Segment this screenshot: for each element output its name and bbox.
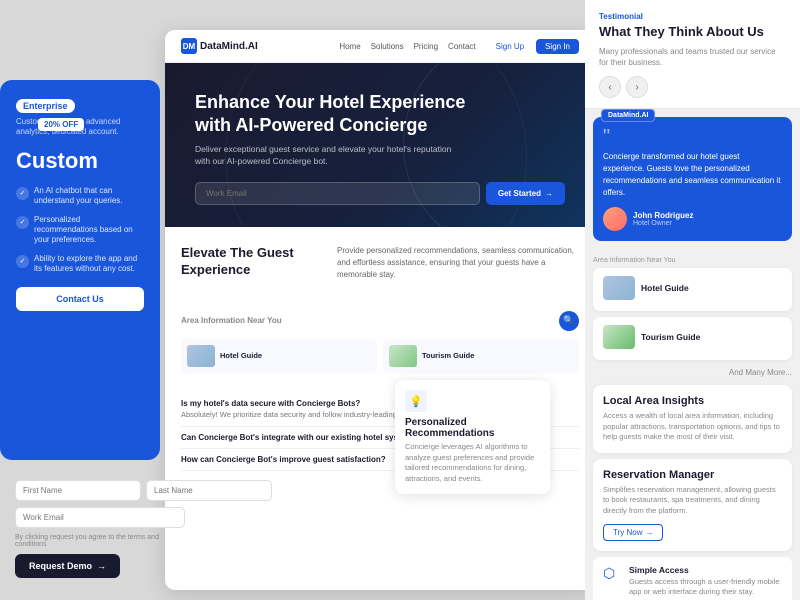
demo-form: By clicking request you agree to the ter… xyxy=(0,470,200,588)
tourism-guide-header: Tourism Guide xyxy=(603,325,782,349)
testimonial-navigation: ‹ › xyxy=(599,76,786,98)
request-demo-button[interactable]: Request Demo xyxy=(15,554,120,578)
personalized-title: Personalized Recommendations xyxy=(405,417,540,439)
nav-solutions[interactable]: Solutions xyxy=(371,42,404,51)
testimonial-quote: Concierge transformed our hotel guest ex… xyxy=(603,151,782,199)
right-features: Area Information Near You Hotel Guide To… xyxy=(585,249,800,600)
area-info-header: Area Information Near You 🔍 xyxy=(165,311,595,331)
local-area-card: Local Area Insights Access a wealth of l… xyxy=(593,385,792,453)
terms-text: By clicking request you agree to the ter… xyxy=(15,534,185,548)
nav-links: Home Solutions Pricing Contact xyxy=(339,42,475,51)
hotel-guide-card[interactable]: Hotel Guide xyxy=(181,339,377,373)
testimonial-author: John Rodriguez Hotel Owner xyxy=(603,207,782,231)
first-name-input[interactable] xyxy=(15,480,141,501)
author-role: Hotel Owner xyxy=(633,220,693,227)
elevate-title: Elevate The Guest Experience xyxy=(181,245,321,279)
email-input[interactable] xyxy=(15,507,185,528)
discount-badge: 20% OFF xyxy=(38,118,84,131)
hero-subtitle: Deliver exceptional guest service and el… xyxy=(195,144,455,168)
hero-form: Get Started xyxy=(195,182,565,205)
check-icon-2 xyxy=(16,216,29,229)
hotel-guide-header: Hotel Guide xyxy=(603,276,782,300)
tourism-guide-thumb xyxy=(389,345,417,367)
testimonial-main-title: What They Think About Us xyxy=(599,24,786,41)
try-now-button[interactable]: Try Now xyxy=(603,524,663,541)
tourism-guide-thumbnail xyxy=(603,325,635,349)
contact-us-button[interactable]: Contact Us xyxy=(16,287,144,311)
main-website-panel: DM DataMind.AI Home Solutions Pricing Co… xyxy=(165,30,595,590)
brand-logo: DM DataMind.AI xyxy=(181,38,258,54)
hero-email-input[interactable] xyxy=(195,182,480,205)
testimonial-tag: Testimonial xyxy=(599,12,786,21)
name-row xyxy=(15,480,185,501)
site-nav: DM DataMind.AI Home Solutions Pricing Co… xyxy=(165,30,595,63)
tourism-guide-feature[interactable]: Tourism Guide xyxy=(593,317,792,360)
hotel-guide-thumb xyxy=(187,345,215,367)
and-more-label: And Many More... xyxy=(593,366,792,385)
nav-signup-link[interactable]: Sign Up xyxy=(496,42,524,51)
nav-home[interactable]: Home xyxy=(339,42,360,51)
tourism-guide-card[interactable]: Tourism Guide xyxy=(383,339,579,373)
simple-access-card: ⬡ Simple Access Guests access through a … xyxy=(593,557,792,600)
testimonial-next-button[interactable]: › xyxy=(626,76,648,98)
feature-text-1: An AI chatbot that can understand your q… xyxy=(34,186,144,207)
personalized-icon: 💡 xyxy=(405,390,427,412)
author-avatar xyxy=(603,207,627,231)
testimonial-prev-button[interactable]: ‹ xyxy=(599,76,621,98)
logo-icon: DM xyxy=(181,38,197,54)
nav-contact[interactable]: Contact xyxy=(448,42,476,51)
area-search-button[interactable]: 🔍 xyxy=(559,311,579,331)
brand-name: DataMind.AI xyxy=(200,41,258,52)
right-section-label: Area Information Near You xyxy=(593,257,792,268)
reservation-title: Reservation Manager xyxy=(603,469,782,481)
check-icon-3 xyxy=(16,255,29,268)
hotel-guide-label: Hotel Guide xyxy=(220,351,262,360)
enterprise-badge: Enterprise xyxy=(16,99,75,113)
hero-title: Enhance Your Hotel Experience with AI-Po… xyxy=(195,91,475,136)
nav-signin-button[interactable]: Sign In xyxy=(536,39,579,54)
custom-title: Custom xyxy=(16,148,144,174)
local-area-title: Local Area Insights xyxy=(603,395,782,407)
last-name-input[interactable] xyxy=(146,480,272,501)
personalized-text: Concierge leverages AI algorithms to ana… xyxy=(405,442,540,484)
hero-section: Enhance Your Hotel Experience with AI-Po… xyxy=(165,63,595,227)
right-panel: Testimonial What They Think About Us Man… xyxy=(585,0,800,600)
hero-cta-button[interactable]: Get Started xyxy=(486,182,565,205)
testimonial-blue-card: DataMind.AI " Concierge transformed our … xyxy=(593,117,792,241)
testimonial-section: Testimonial What They Think About Us Man… xyxy=(585,0,800,109)
elevate-left: Elevate The Guest Experience xyxy=(181,245,321,293)
nav-pricing[interactable]: Pricing xyxy=(414,42,438,51)
quote-mark: " xyxy=(603,127,782,147)
hotel-guide-title: Hotel Guide xyxy=(641,283,689,293)
feature-item-1: An AI chatbot that can understand your q… xyxy=(16,186,144,207)
enterprise-plan-card: Enterprise Custom AI chatbot, advanced a… xyxy=(0,80,160,460)
simple-access-content: Simple Access Guests access through a us… xyxy=(629,565,782,597)
feature-item-3: Ability to explore the app and its featu… xyxy=(16,254,144,275)
local-area-text: Access a wealth of local area informatio… xyxy=(603,411,782,443)
feature-text-2: Personalized recommendations based on yo… xyxy=(34,215,144,246)
personalized-card: 💡 Personalized Recommendations Concierge… xyxy=(395,380,550,494)
hotel-guide-feature[interactable]: Hotel Guide xyxy=(593,268,792,311)
author-name: John Rodriguez xyxy=(633,211,693,220)
area-info-cards: Hotel Guide Tourism Guide xyxy=(165,339,595,383)
tourism-guide-title: Tourism Guide xyxy=(641,332,700,342)
feature-text-3: Ability to explore the app and its featu… xyxy=(34,254,144,275)
datamind-badge: DataMind.AI xyxy=(601,109,655,122)
area-info-label: Area Information Near You xyxy=(181,316,282,325)
simple-access-title: Simple Access xyxy=(629,565,782,575)
simple-access-text: Guests access through a user-friendly mo… xyxy=(629,577,782,597)
reservation-text: Simplifies reservation management, allow… xyxy=(603,485,782,517)
feature-item-2: Personalized recommendations based on yo… xyxy=(16,215,144,246)
elevate-section: Elevate The Guest Experience Provide per… xyxy=(165,227,595,311)
simple-access-icon: ⬡ xyxy=(603,565,623,585)
reservation-card: Reservation Manager Simplifies reservati… xyxy=(593,459,792,552)
testimonial-description: Many professionals and teams trusted our… xyxy=(599,46,786,68)
page-wrapper: 20% OFF Enterprise Custom AI chatbot, ad… xyxy=(0,0,800,600)
tourism-guide-label: Tourism Guide xyxy=(422,351,474,360)
hotel-guide-thumbnail xyxy=(603,276,635,300)
check-icon-1 xyxy=(16,187,29,200)
elevate-description: Provide personalized recommendations, se… xyxy=(337,245,579,293)
author-info: John Rodriguez Hotel Owner xyxy=(633,211,693,227)
